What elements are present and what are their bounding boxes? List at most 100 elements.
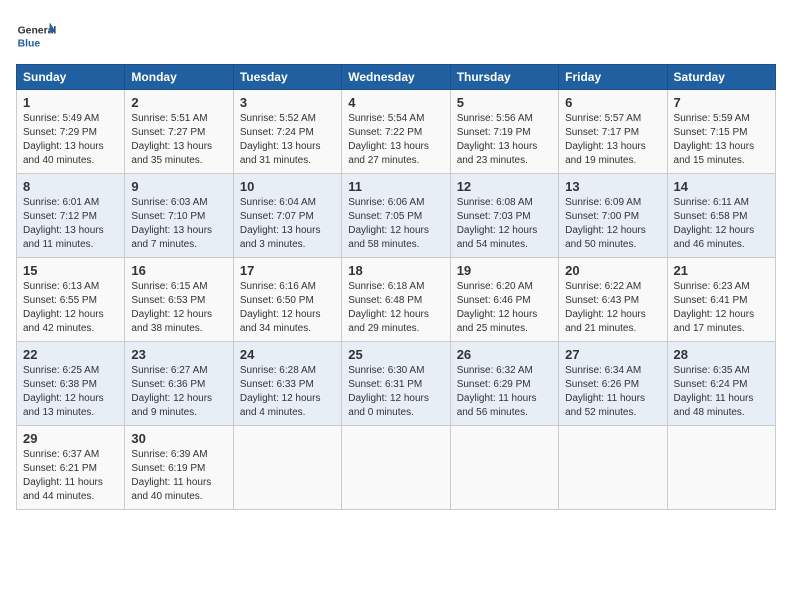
day-number: 24 [240, 347, 335, 362]
day-info: Sunrise: 5:54 AMSunset: 7:22 PMDaylight:… [348, 112, 443, 168]
day-info: Sunrise: 6:27 AMSunset: 6:36 PMDaylight:… [131, 364, 226, 420]
svg-text:Blue: Blue [18, 38, 41, 49]
day-cell [233, 426, 341, 510]
day-number: 26 [457, 347, 552, 362]
logo-icon: General Blue [16, 16, 56, 56]
day-number: 12 [457, 179, 552, 194]
day-info: Sunrise: 6:37 AMSunset: 6:21 PMDaylight:… [23, 448, 118, 504]
day-info: Sunrise: 6:35 AMSunset: 6:24 PMDaylight:… [674, 364, 769, 420]
day-info: Sunrise: 5:49 AMSunset: 7:29 PMDaylight:… [23, 112, 118, 168]
day-info: Sunrise: 5:57 AMSunset: 7:17 PMDaylight:… [565, 112, 660, 168]
day-cell: 25 Sunrise: 6:30 AMSunset: 6:31 PMDayligh… [342, 342, 450, 426]
day-number: 10 [240, 179, 335, 194]
day-number: 27 [565, 347, 660, 362]
day-info: Sunrise: 6:22 AMSunset: 6:43 PMDaylight:… [565, 280, 660, 336]
day-info: Sunrise: 6:01 AMSunset: 7:12 PMDaylight:… [23, 196, 118, 252]
day-cell [342, 426, 450, 510]
day-number: 23 [131, 347, 226, 362]
day-number: 1 [23, 95, 118, 110]
day-number: 5 [457, 95, 552, 110]
day-cell: 30Sunrise: 6:39 AMSunset: 6:19 PMDayligh… [125, 426, 233, 510]
day-cell: 29 Sunrise: 6:37 AMSunset: 6:21 PMDayligh… [17, 426, 125, 510]
day-info: Sunrise: 5:56 AMSunset: 7:19 PMDaylight:… [457, 112, 552, 168]
day-number: 16 [131, 263, 226, 278]
day-cell: 12 Sunrise: 6:08 AMSunset: 7:03 PMDayligh… [450, 174, 558, 258]
week-row-2: 8 Sunrise: 6:01 AMSunset: 7:12 PMDaylight… [17, 174, 776, 258]
day-cell: 5 Sunrise: 5:56 AMSunset: 7:19 PMDaylight… [450, 90, 558, 174]
day-number: 3 [240, 95, 335, 110]
day-cell: 18Sunrise: 6:18 AMSunset: 6:48 PMDayligh… [342, 258, 450, 342]
day-cell: 4Sunrise: 5:54 AMSunset: 7:22 PMDaylight… [342, 90, 450, 174]
day-cell: 16 Sunrise: 6:15 AMSunset: 6:53 PMDayligh… [125, 258, 233, 342]
day-info: Sunrise: 6:23 AMSunset: 6:41 PMDaylight:… [674, 280, 769, 336]
day-info: Sunrise: 6:30 AMSunset: 6:31 PMDaylight:… [348, 364, 443, 420]
day-cell: 22 Sunrise: 6:25 AMSunset: 6:38 PMDayligh… [17, 342, 125, 426]
day-cell: 9 Sunrise: 6:03 AMSunset: 7:10 PMDaylight… [125, 174, 233, 258]
day-number: 22 [23, 347, 118, 362]
day-cell: 13Sunrise: 6:09 AMSunset: 7:00 PMDayligh… [559, 174, 667, 258]
day-number: 20 [565, 263, 660, 278]
calendar-table: SundayMondayTuesdayWednesdayThursdayFrid… [16, 64, 776, 510]
col-header-monday: Monday [125, 65, 233, 90]
day-cell: 20 Sunrise: 6:22 AMSunset: 6:43 PMDayligh… [559, 258, 667, 342]
day-number: 14 [674, 179, 769, 194]
week-row-5: 29 Sunrise: 6:37 AMSunset: 6:21 PMDayligh… [17, 426, 776, 510]
day-cell: 21Sunrise: 6:23 AMSunset: 6:41 PMDayligh… [667, 258, 775, 342]
day-cell: 6 Sunrise: 5:57 AMSunset: 7:17 PMDaylight… [559, 90, 667, 174]
day-cell: 27 Sunrise: 6:34 AMSunset: 6:26 PMDayligh… [559, 342, 667, 426]
day-number: 25 [348, 347, 443, 362]
day-number: 29 [23, 431, 118, 446]
day-info: Sunrise: 6:20 AMSunset: 6:46 PMDaylight:… [457, 280, 552, 336]
day-number: 7 [674, 95, 769, 110]
day-number: 17 [240, 263, 335, 278]
day-info: Sunrise: 6:04 AMSunset: 7:07 PMDaylight:… [240, 196, 335, 252]
day-info: Sunrise: 6:25 AMSunset: 6:38 PMDaylight:… [23, 364, 118, 420]
day-number: 6 [565, 95, 660, 110]
day-cell: 19 Sunrise: 6:20 AMSunset: 6:46 PMDayligh… [450, 258, 558, 342]
day-number: 8 [23, 179, 118, 194]
day-info: Sunrise: 6:32 AMSunset: 6:29 PMDaylight:… [457, 364, 552, 420]
day-number: 28 [674, 347, 769, 362]
day-number: 2 [131, 95, 226, 110]
day-cell: 23 Sunrise: 6:27 AMSunset: 6:36 PMDayligh… [125, 342, 233, 426]
day-cell [559, 426, 667, 510]
day-info: Sunrise: 6:34 AMSunset: 6:26 PMDaylight:… [565, 364, 660, 420]
day-cell: 28 Sunrise: 6:35 AMSunset: 6:24 PMDayligh… [667, 342, 775, 426]
day-number: 11 [348, 179, 443, 194]
logo: General Blue [16, 16, 60, 56]
week-row-1: 1 Sunrise: 5:49 AMSunset: 7:29 PMDaylight… [17, 90, 776, 174]
day-cell: 8 Sunrise: 6:01 AMSunset: 7:12 PMDaylight… [17, 174, 125, 258]
day-info: Sunrise: 6:28 AMSunset: 6:33 PMDaylight:… [240, 364, 335, 420]
day-cell: 1 Sunrise: 5:49 AMSunset: 7:29 PMDaylight… [17, 90, 125, 174]
week-row-4: 22 Sunrise: 6:25 AMSunset: 6:38 PMDayligh… [17, 342, 776, 426]
day-cell: 14Sunrise: 6:11 AMSunset: 6:58 PMDayligh… [667, 174, 775, 258]
day-cell: 2 Sunrise: 5:51 AMSunset: 7:27 PMDaylight… [125, 90, 233, 174]
day-info: Sunrise: 6:03 AMSunset: 7:10 PMDaylight:… [131, 196, 226, 252]
col-header-saturday: Saturday [667, 65, 775, 90]
day-cell: 10 Sunrise: 6:04 AMSunset: 7:07 PMDayligh… [233, 174, 341, 258]
day-number: 15 [23, 263, 118, 278]
day-cell [667, 426, 775, 510]
day-number: 19 [457, 263, 552, 278]
day-number: 18 [348, 263, 443, 278]
day-cell: 17 Sunrise: 6:16 AMSunset: 6:50 PMDayligh… [233, 258, 341, 342]
col-header-wednesday: Wednesday [342, 65, 450, 90]
day-info: Sunrise: 6:15 AMSunset: 6:53 PMDaylight:… [131, 280, 226, 336]
col-header-thursday: Thursday [450, 65, 558, 90]
day-cell: 3Sunrise: 5:52 AMSunset: 7:24 PMDaylight… [233, 90, 341, 174]
day-cell: 15 Sunrise: 6:13 AMSunset: 6:55 PMDayligh… [17, 258, 125, 342]
day-info: Sunrise: 6:08 AMSunset: 7:03 PMDaylight:… [457, 196, 552, 252]
day-cell: 24 Sunrise: 6:28 AMSunset: 6:33 PMDayligh… [233, 342, 341, 426]
day-info: Sunrise: 6:16 AMSunset: 6:50 PMDaylight:… [240, 280, 335, 336]
day-info: Sunrise: 5:51 AMSunset: 7:27 PMDaylight:… [131, 112, 226, 168]
day-info: Sunrise: 6:06 AMSunset: 7:05 PMDaylight:… [348, 196, 443, 252]
col-header-sunday: Sunday [17, 65, 125, 90]
page-header: General Blue [16, 16, 776, 56]
day-info: Sunrise: 6:09 AMSunset: 7:00 PMDaylight:… [565, 196, 660, 252]
day-cell: 26 Sunrise: 6:32 AMSunset: 6:29 PMDayligh… [450, 342, 558, 426]
day-info: Sunrise: 6:13 AMSunset: 6:55 PMDaylight:… [23, 280, 118, 336]
day-cell: 7Sunrise: 5:59 AMSunset: 7:15 PMDaylight… [667, 90, 775, 174]
day-number: 9 [131, 179, 226, 194]
day-info: Sunrise: 6:39 AMSunset: 6:19 PMDaylight:… [131, 448, 226, 504]
col-header-tuesday: Tuesday [233, 65, 341, 90]
